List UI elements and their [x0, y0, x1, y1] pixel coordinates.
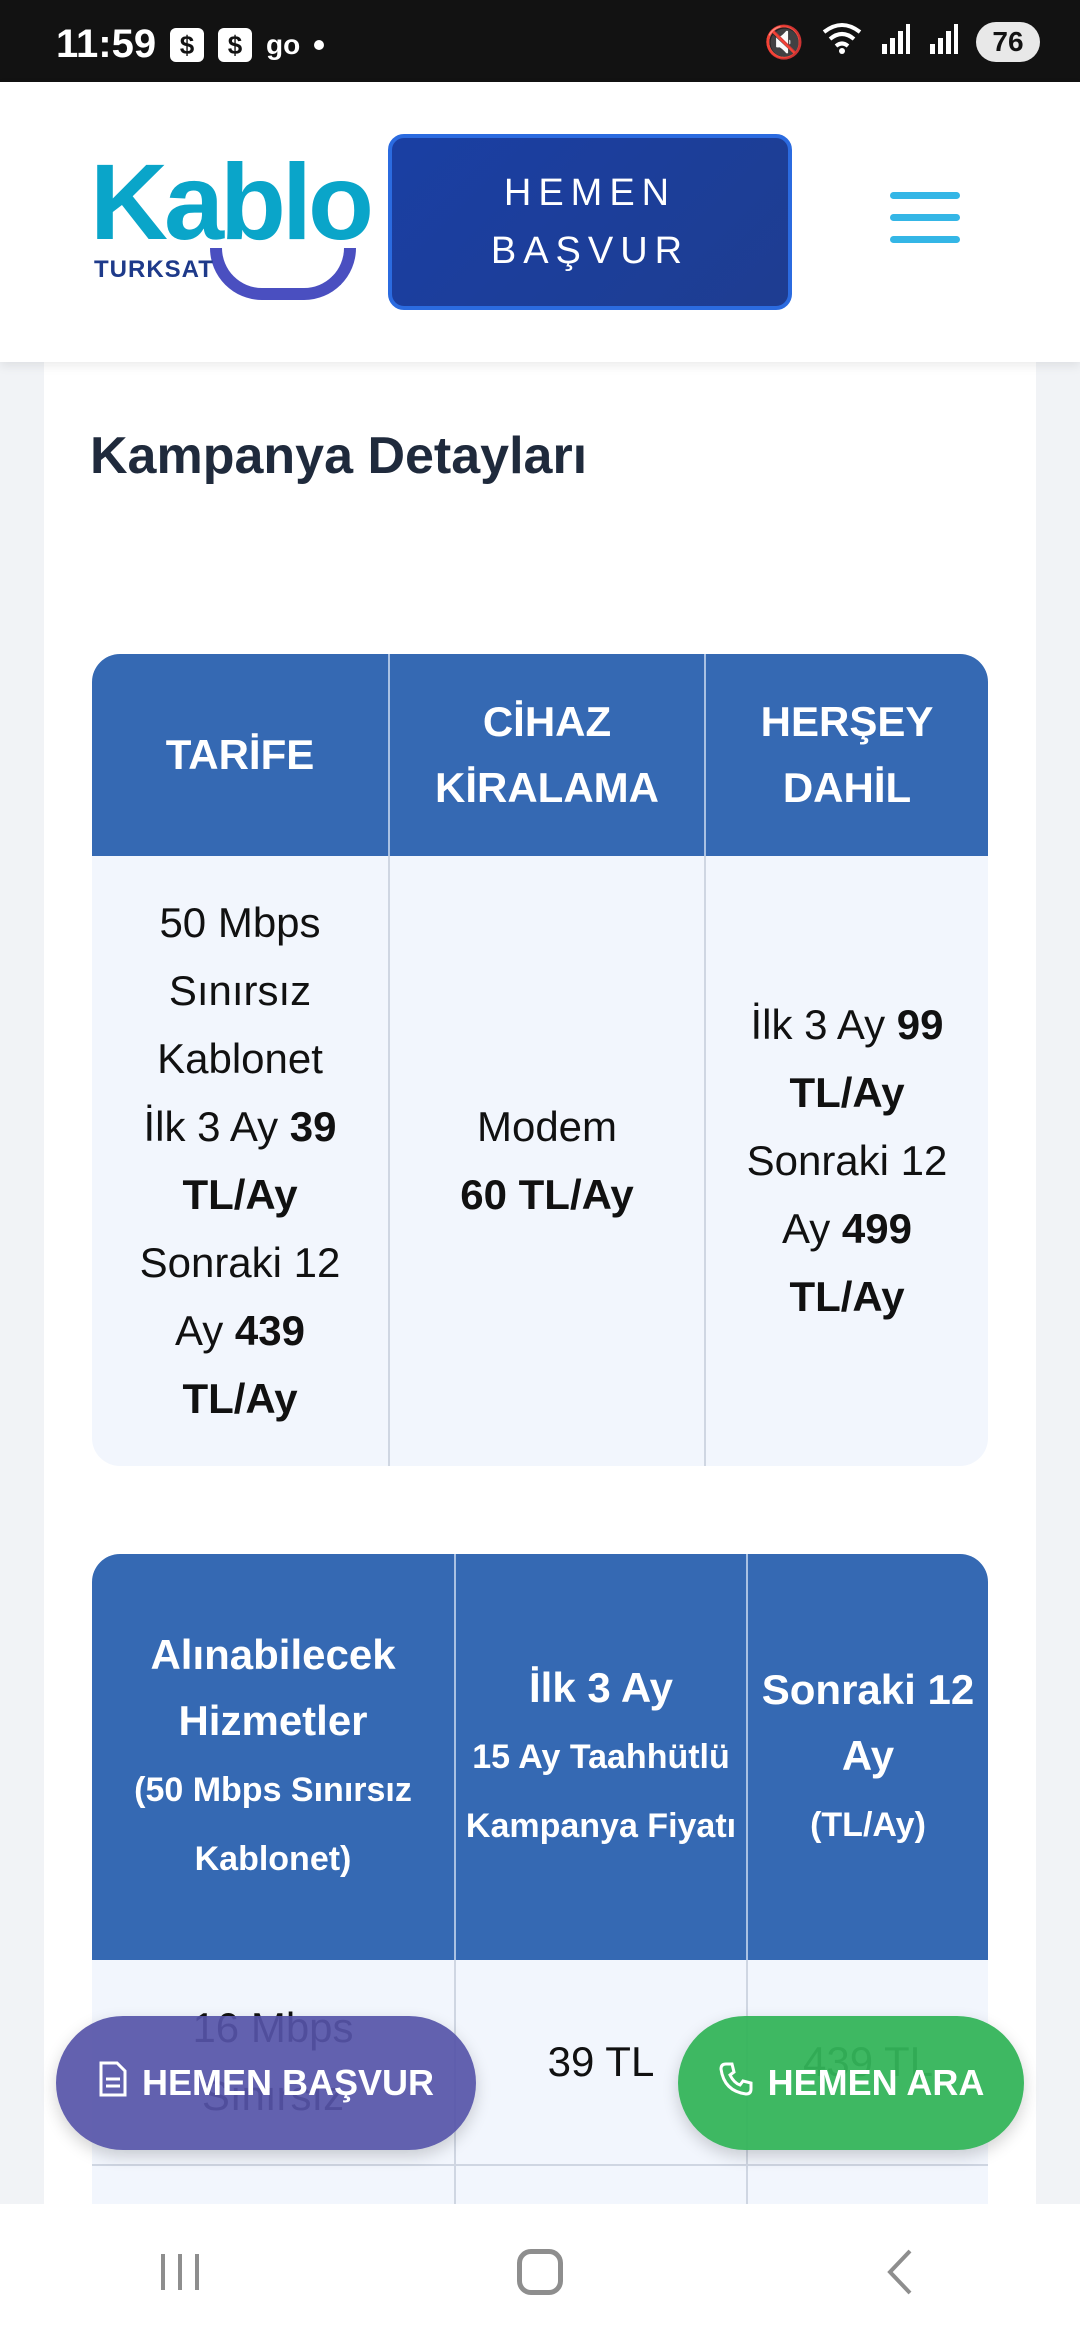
floating-apply-button[interactable]: HEMEN BAŞVUR [56, 2016, 476, 2150]
floating-call-button[interactable]: HEMEN ARA [678, 2016, 1024, 2150]
notification-icons: $ $ go [170, 28, 325, 62]
period-label: İlk 3 Ay [143, 1103, 279, 1150]
dollar-notification-icon: $ [170, 28, 204, 62]
tariff-table: TARİFE CİHAZ KİRALAMA HERŞEY DAHİL 50 Mb… [92, 654, 988, 1466]
battery-indicator: 76 [976, 22, 1040, 62]
recent-apps-icon[interactable] [150, 2242, 210, 2302]
table-row [92, 2166, 988, 2204]
header-next-12-months: Sonraki 12 Ay (TL/Ay) [748, 1554, 988, 1960]
logo-subtext: TURKSAT [94, 256, 214, 283]
header-all-inclusive: HERŞEY DAHİL [706, 654, 988, 856]
logo-smile-icon [210, 248, 356, 300]
kablo-logo[interactable]: Kablo TURKSAT [90, 148, 374, 308]
header-sub-text: (TL/Ay) [810, 1805, 926, 1844]
more-notifications-dot-icon [314, 40, 325, 50]
hamburger-menu-icon[interactable] [890, 192, 960, 250]
header-tariff: TARİFE [92, 654, 390, 856]
section-title: Kampanya Detayları [90, 427, 588, 485]
header-apply-button[interactable]: HEMEN BAŞVUR [388, 134, 792, 310]
floating-call-label: HEMEN ARA [767, 2062, 985, 2103]
status-bar: 11:59 $ $ go 🔇 76 [0, 0, 1080, 82]
tariff-cell: 50 Mbps Sınırsız Kablonet İlk 3 Ay 39 TL… [92, 856, 390, 1466]
system-icons: 🔇 76 [764, 22, 1040, 62]
signal-icon [880, 22, 910, 62]
phone-icon [718, 2061, 754, 2106]
header-main-text: Sonraki 12 Ay [761, 1665, 975, 1779]
header-device-rental: CİHAZ KİRALAMA [390, 654, 706, 856]
wifi-icon [822, 22, 862, 62]
header-sub-text: (50 Mbps Sınırsız Kablonet) [134, 1771, 412, 1878]
go-notification-icon: go [266, 29, 301, 60]
site-header: Kablo TURKSAT HEMEN BAŞVUR [0, 82, 1080, 362]
home-icon[interactable] [510, 2242, 570, 2302]
back-icon[interactable] [870, 2242, 930, 2302]
logo-text: Kablo [90, 141, 374, 262]
table-row: 50 Mbps Sınırsız Kablonet İlk 3 Ay 39 TL… [92, 856, 988, 1466]
all-inclusive-cell: İlk 3 Ay 99 TL/Ay Sonraki 12 Ay 499 TL/A… [706, 856, 988, 1466]
header-first-3-months: İlk 3 Ay 15 Ay Taahhütlü Kampanya Fiyatı [456, 1554, 748, 1960]
header-available-services: Alınabilecek Hizmetler (50 Mbps Sınırsız… [92, 1554, 456, 1960]
device-name: Modem [476, 1103, 618, 1150]
mute-icon: 🔇 [764, 24, 804, 60]
floating-apply-label: HEMEN BAŞVUR [141, 2062, 435, 2103]
dollar-notification-icon: $ [218, 28, 252, 62]
period-label: İlk 3 Ay [750, 1001, 886, 1048]
signal-icon [928, 22, 958, 62]
system-nav-bar [0, 2204, 1080, 2340]
tariff-name: 50 Mbps Sınırsız Kablonet [157, 899, 323, 1082]
header-main-text: İlk 3 Ay [529, 1664, 673, 1711]
header-sub-text: 15 Ay Taahhütlü Kampanya Fiyatı [465, 1738, 737, 1845]
status-time: 11:59 [56, 22, 157, 66]
campaign-details-card: Kampanya Detayları TARİFE CİHAZ KİRALAMA… [44, 362, 1036, 2204]
price-value: 60 TL/Ay [460, 1171, 634, 1218]
header-main-text: Alınabilecek Hizmetler [150, 1631, 396, 1744]
next-price-cell [748, 2166, 988, 2204]
document-icon [98, 2061, 128, 2106]
service-name-cell [92, 2166, 456, 2204]
device-rental-cell: Modem 60 TL/Ay [390, 856, 706, 1466]
campaign-price-cell [456, 2166, 748, 2204]
